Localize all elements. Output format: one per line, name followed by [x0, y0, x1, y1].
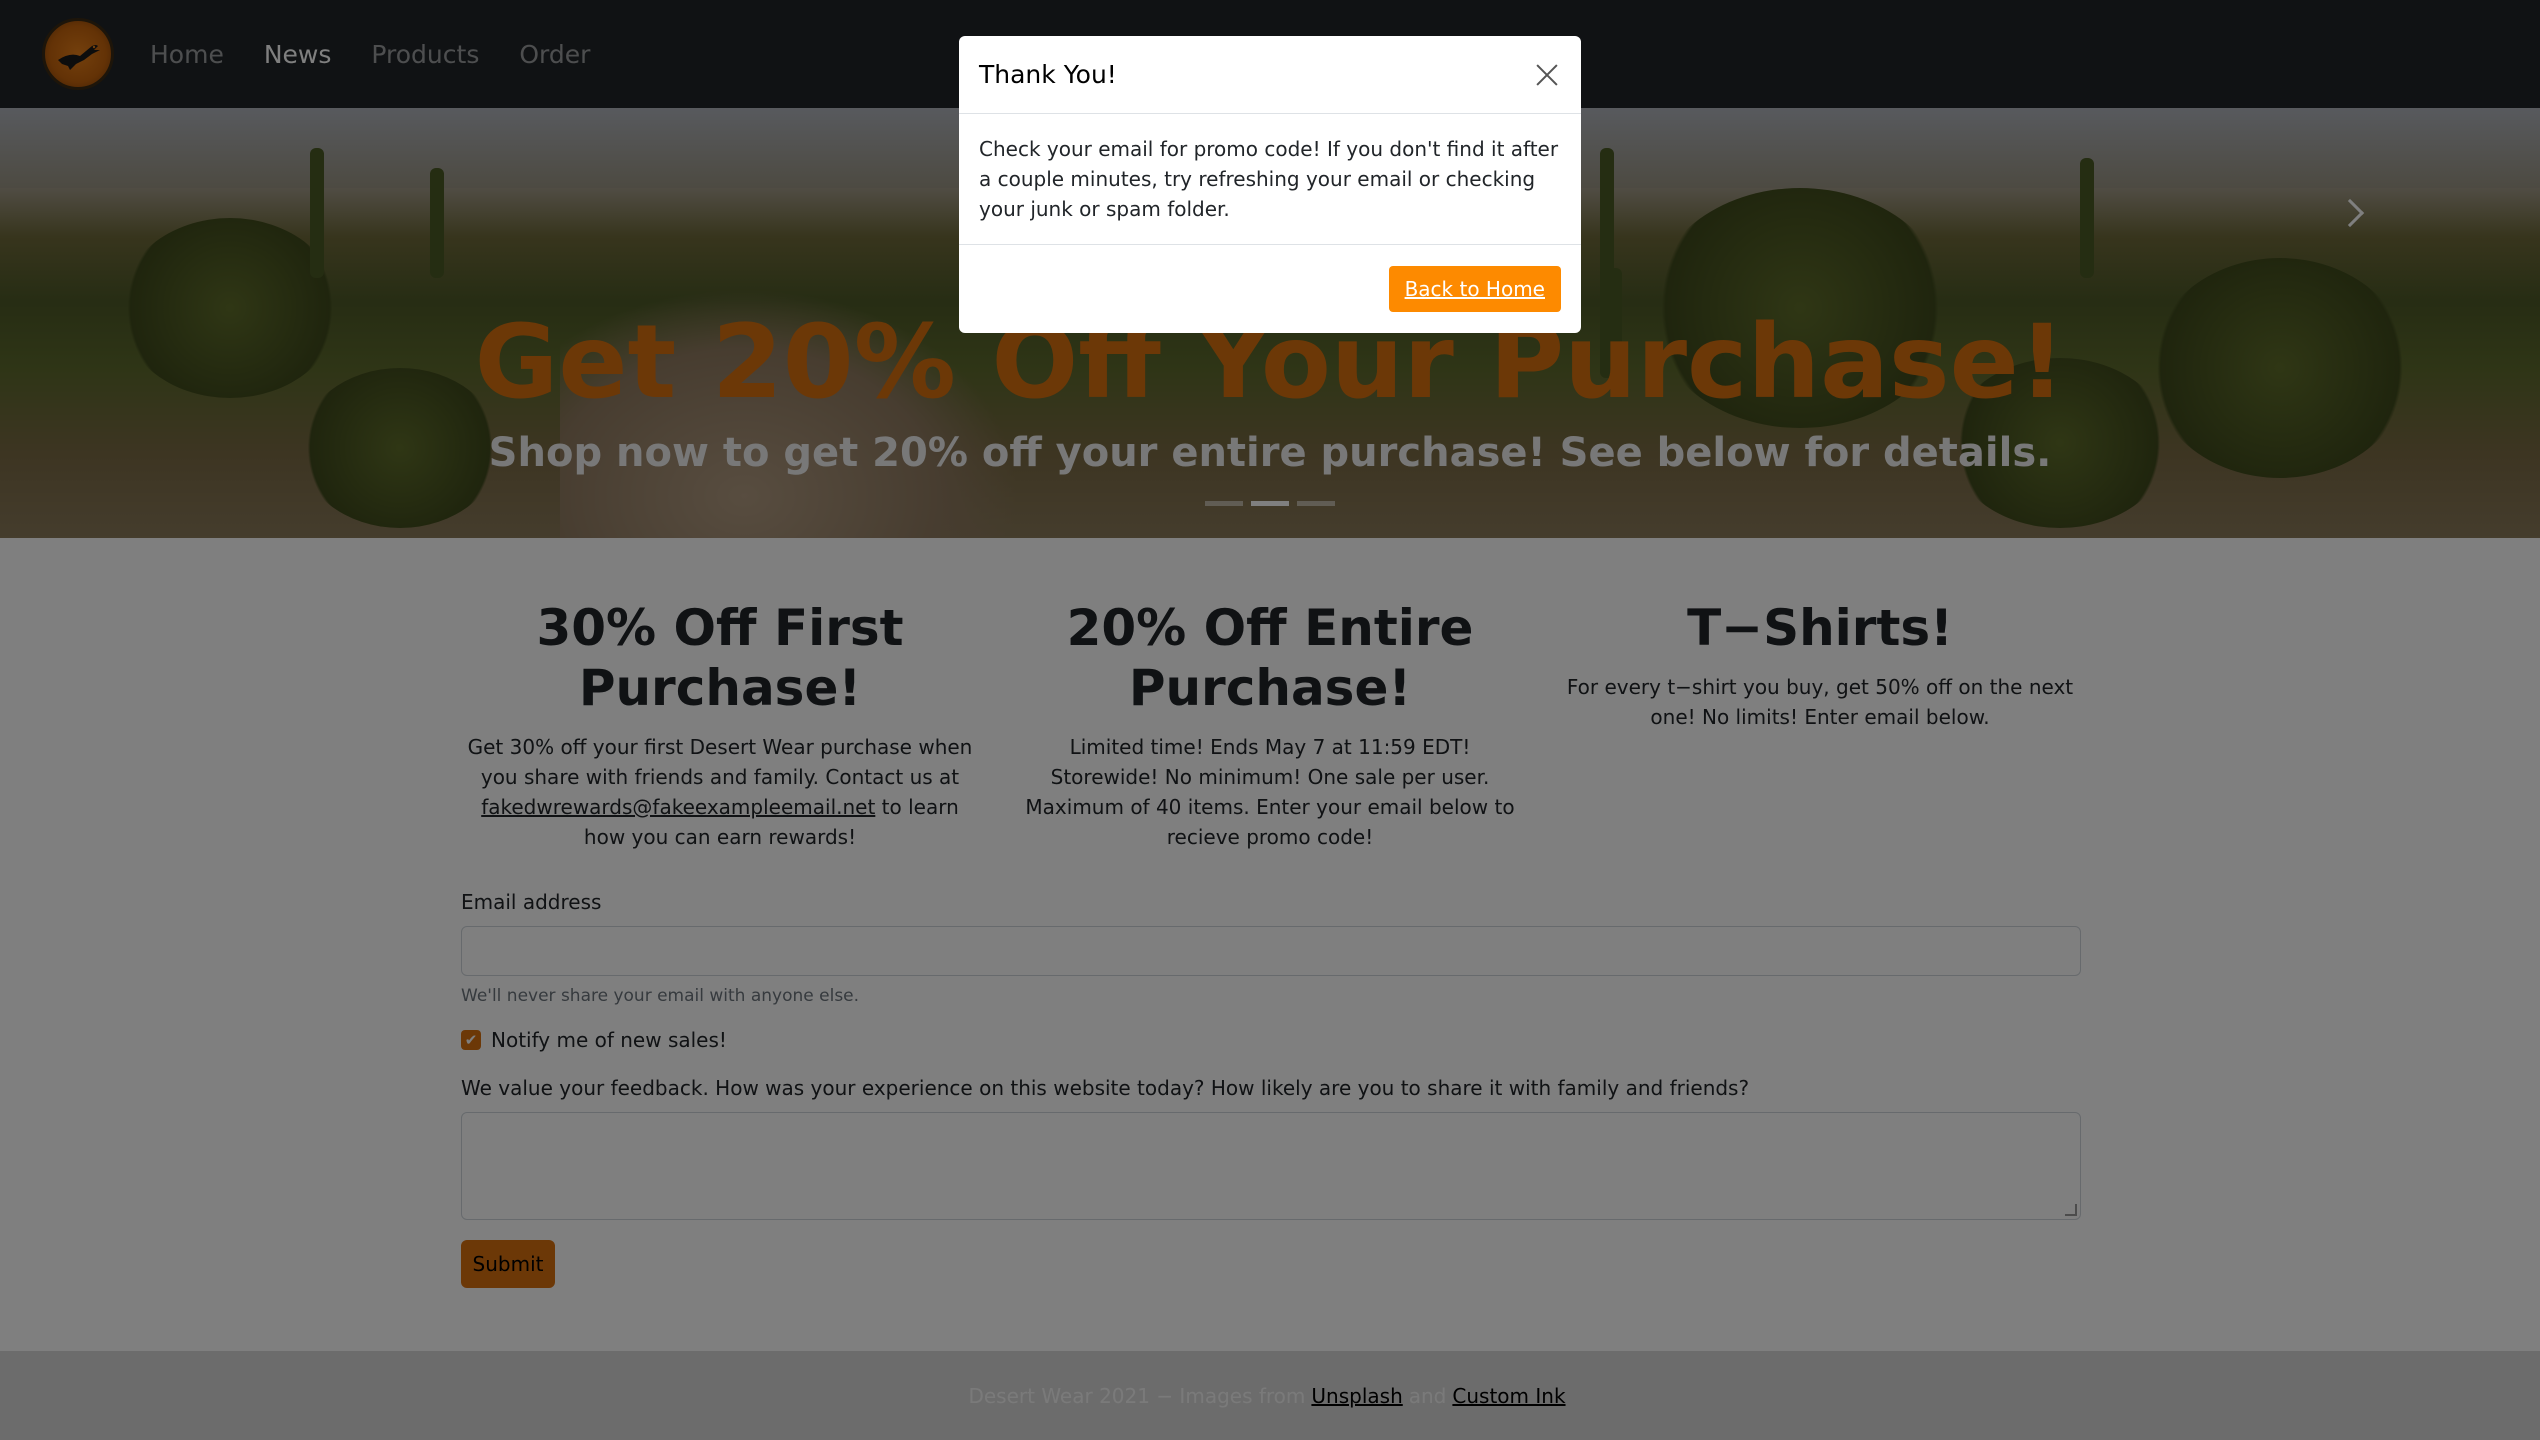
thank-you-modal: Thank You! Check your email for promo co… — [959, 36, 1581, 333]
back-to-home-button[interactable]: Back to Home — [1388, 266, 1561, 312]
modal-body: Check your email for promo code! If you … — [959, 114, 1581, 245]
modal-title: Thank You! — [979, 60, 1117, 89]
modal-footer: Back to Home — [959, 245, 1581, 333]
close-icon[interactable] — [1533, 61, 1561, 89]
modal-header: Thank You! — [959, 36, 1581, 114]
